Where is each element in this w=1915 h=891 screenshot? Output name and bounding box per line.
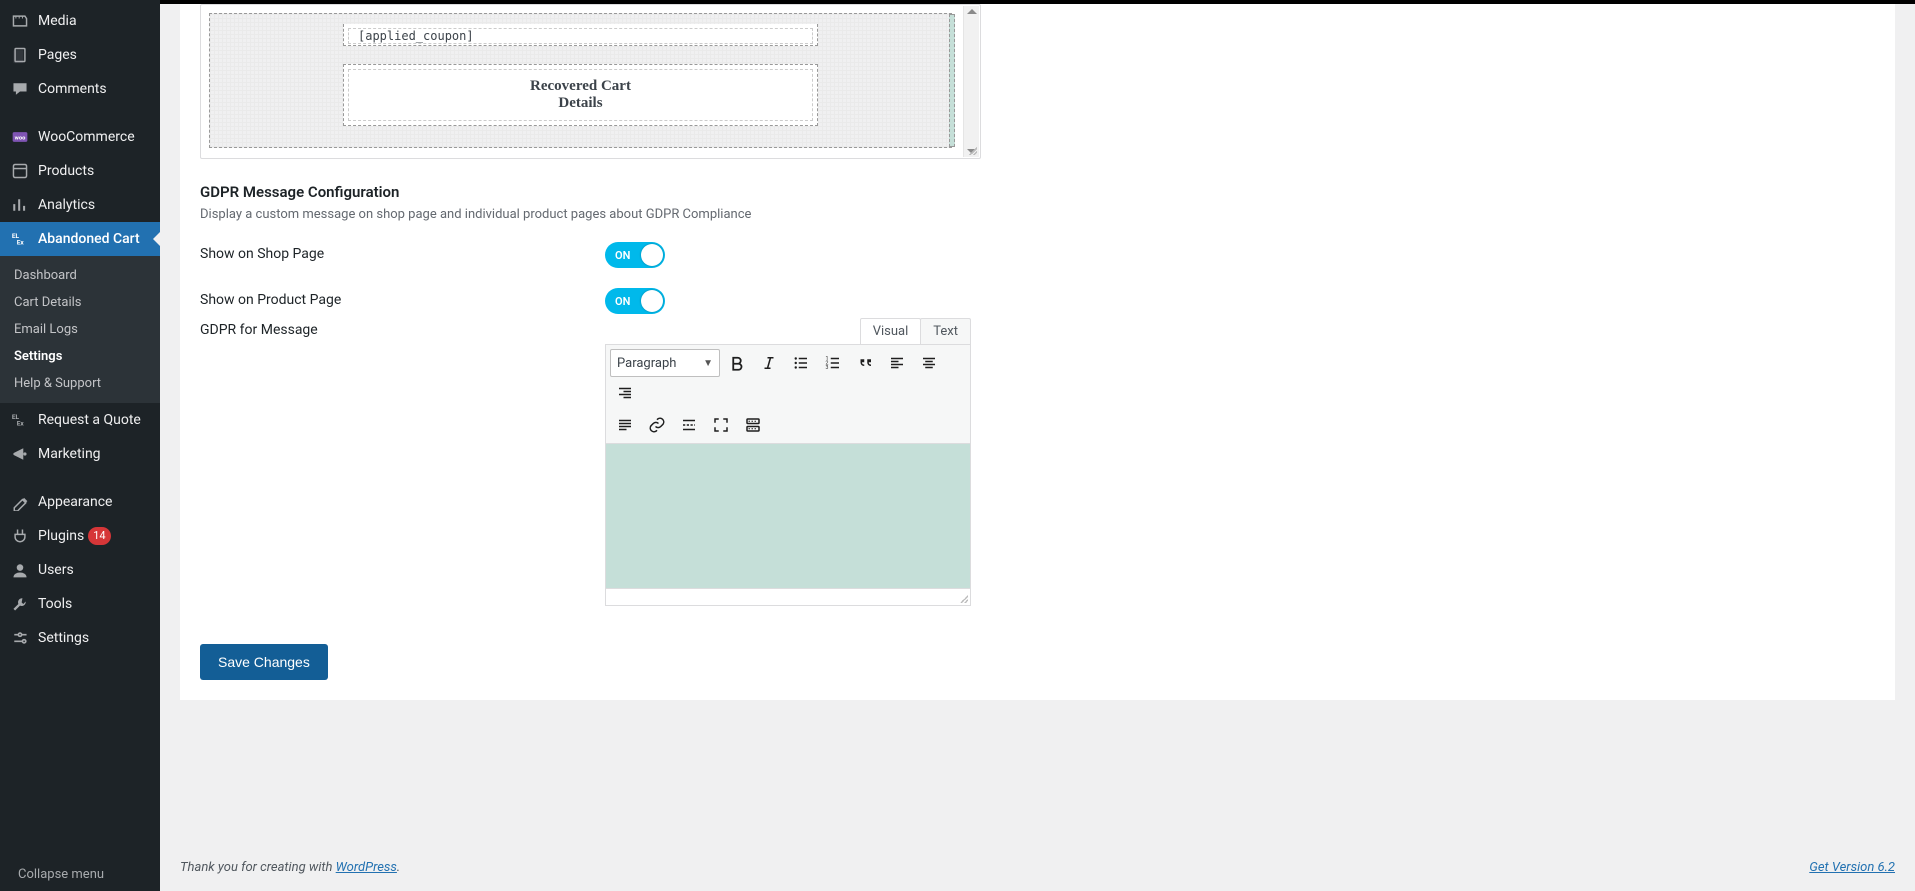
sidebar-item-label: Appearance: [38, 494, 112, 510]
submenu-item-dashboard[interactable]: Dashboard: [0, 262, 160, 289]
menu-separator: [0, 106, 160, 120]
sidebar-item-media[interactable]: Media: [0, 4, 160, 38]
toolbar-toggle-button[interactable]: [738, 411, 768, 439]
woo-icon: [10, 127, 30, 147]
gdpr-description: Display a custom message on shop page an…: [200, 207, 1875, 222]
abandoned-cart-submenu: DashboardCart DetailsEmail LogsSettingsH…: [0, 256, 160, 403]
admin-sidebar: Media Pages Comments WooCommerce Products Ana…: [0, 0, 160, 891]
format-select-value: Paragraph: [617, 356, 676, 371]
submenu-item-settings[interactable]: Settings: [0, 343, 160, 370]
email-template-preview: [applied_coupon] Recovered Cart Details: [200, 4, 981, 159]
sidebar-item-label: Comments: [38, 81, 107, 97]
sidebar-item-label: Media: [38, 13, 77, 29]
editor-tab-visual[interactable]: Visual: [860, 318, 922, 344]
menu-separator: [0, 471, 160, 485]
format-select[interactable]: Paragraph ▼: [610, 349, 720, 377]
editor-toolbar: Paragraph ▼ 123: [606, 345, 970, 444]
align-right-button[interactable]: [610, 379, 640, 407]
toggle-on-text: ON: [615, 288, 630, 314]
sidebar-item-abandoned[interactable]: Abandoned Cart: [0, 222, 160, 256]
footer-version-link[interactable]: Get Version 6.2: [1809, 860, 1895, 875]
sidebar-item-pages[interactable]: Pages: [0, 38, 160, 72]
bold-button[interactable]: [722, 349, 752, 377]
editor-content[interactable]: [606, 444, 970, 589]
settings-icon: [10, 628, 30, 648]
fullscreen-button[interactable]: [706, 411, 736, 439]
sidebar-item-label: Tools: [38, 596, 72, 612]
template-box-line2: Details: [353, 95, 808, 112]
gdpr-editor: Visual Text Paragraph ▼: [605, 318, 971, 606]
gdpr-message-label: GDPR for Message: [200, 318, 605, 338]
template-placeholder-token: [applied_coupon]: [348, 28, 813, 44]
sidebar-item-label: Plugins: [38, 528, 84, 544]
update-badge: 14: [88, 527, 110, 545]
product-page-toggle[interactable]: ON: [605, 288, 665, 314]
users-icon: [10, 560, 30, 580]
elex-icon: [10, 410, 30, 430]
plugins-icon: [10, 526, 30, 546]
sidebar-item-marketing[interactable]: Marketing: [0, 437, 160, 471]
sidebar-item-quote[interactable]: Request a Quote: [0, 403, 160, 437]
editor-tab-text[interactable]: Text: [920, 318, 971, 344]
submenu-item-cart-details[interactable]: Cart Details: [0, 289, 160, 316]
shop-page-toggle[interactable]: ON: [605, 242, 665, 268]
sidebar-item-analytics[interactable]: Analytics: [0, 188, 160, 222]
marketing-icon: [10, 444, 30, 464]
submenu-item-email-logs[interactable]: Email Logs: [0, 316, 160, 343]
gdpr-title: GDPR Message Configuration: [200, 183, 1875, 201]
sidebar-item-label: Marketing: [38, 446, 101, 462]
sidebar-item-label: Abandoned Cart: [38, 231, 140, 247]
read-more-button[interactable]: [674, 411, 704, 439]
sidebar-item-label: Request a Quote: [38, 412, 141, 428]
numbered-list-button[interactable]: 123: [818, 349, 848, 377]
sidebar-item-tools[interactable]: Tools: [0, 587, 160, 621]
sidebar-item-settings[interactable]: Settings: [0, 621, 160, 655]
footer-wordpress-link[interactable]: WordPress: [336, 860, 397, 875]
editor-resize-grip[interactable]: [958, 593, 968, 603]
sidebar-item-label: WooCommerce: [38, 129, 135, 145]
toggle-on-text: ON: [615, 242, 630, 268]
caret-down-icon: ▼: [703, 358, 719, 369]
italic-button[interactable]: [754, 349, 784, 377]
admin-footer: Thank you for creating with WordPress. G…: [160, 844, 1915, 891]
sidebar-item-comments[interactable]: Comments: [0, 72, 160, 106]
collapse-menu[interactable]: Collapse menu: [0, 857, 160, 891]
appearance-icon: [10, 492, 30, 512]
template-resize-grip[interactable]: [967, 145, 977, 155]
template-box-line1: Recovered Cart: [353, 78, 808, 95]
sidebar-item-label: Settings: [38, 630, 89, 646]
shop-toggle-label: Show on Shop Page: [200, 242, 605, 262]
align-justify-button[interactable]: [610, 411, 640, 439]
media-icon: [10, 11, 30, 31]
sidebar-item-label: Users: [38, 562, 74, 578]
sidebar-item-appearance[interactable]: Appearance: [0, 485, 160, 519]
blockquote-button[interactable]: [850, 349, 880, 377]
analytics-icon: [10, 195, 30, 215]
comments-icon: [10, 79, 30, 99]
sidebar-item-products[interactable]: Products: [0, 154, 160, 188]
elex-icon: [10, 229, 30, 249]
sidebar-item-users[interactable]: Users: [0, 553, 160, 587]
footer-thanks: Thank you for creating with: [180, 860, 336, 875]
align-left-button[interactable]: [882, 349, 912, 377]
sidebar-item-plugins[interactable]: Plugins14: [0, 519, 160, 553]
template-scrollbar[interactable]: [963, 6, 979, 157]
sidebar-item-label: Analytics: [38, 197, 95, 213]
sidebar-item-woocommerce[interactable]: WooCommerce: [0, 120, 160, 154]
svg-text:3: 3: [826, 365, 829, 371]
product-toggle-label: Show on Product Page: [200, 288, 605, 308]
link-button[interactable]: [642, 411, 672, 439]
bullet-list-button[interactable]: [786, 349, 816, 377]
align-center-button[interactable]: [914, 349, 944, 377]
tools-icon: [10, 594, 30, 614]
save-button[interactable]: Save Changes: [200, 644, 328, 680]
sidebar-item-label: Pages: [38, 47, 77, 63]
submenu-item-help-support[interactable]: Help & Support: [0, 370, 160, 397]
collapse-menu-label: Collapse menu: [18, 867, 104, 882]
products-icon: [10, 161, 30, 181]
pages-icon: [10, 45, 30, 65]
sidebar-item-label: Products: [38, 163, 94, 179]
